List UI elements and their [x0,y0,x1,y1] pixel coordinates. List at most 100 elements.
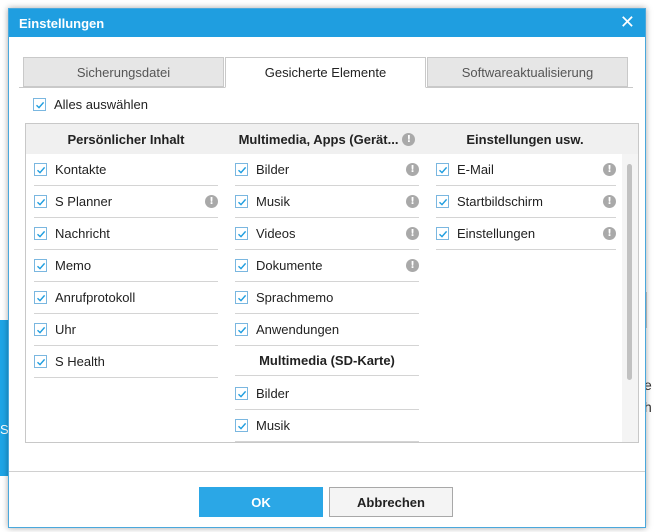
checkbox[interactable] [34,355,47,368]
item-label: Einstellungen [457,226,536,241]
item-label: S Planner [55,194,113,209]
list-item[interactable]: Bilder [235,378,419,410]
checkmark-icon [36,198,45,206]
checkbox[interactable] [436,227,449,240]
checkbox[interactable] [34,291,47,304]
item-label: Anwendungen [256,322,340,337]
checkbox[interactable] [235,387,248,400]
list-item[interactable]: Einstellungen ! [436,218,616,250]
info-icon[interactable]: ! [603,227,616,240]
items-panel: Persönlicher Inhalt Multimedia, Apps (Ge… [25,123,639,443]
scrollbar-thumb[interactable] [627,164,632,380]
dialog-titlebar: Einstellungen ✕ [9,9,645,37]
checkbox[interactable] [34,227,47,240]
tab-softwareaktualisierung[interactable]: Softwareaktualisierung [427,57,628,87]
column-header-personal-label: Persönlicher Inhalt [67,131,185,147]
list-item[interactable]: Anrufprotokoll [34,282,218,314]
checkbox[interactable] [235,323,248,336]
item-label: Anrufprotokoll [55,290,136,305]
checkmark-icon [438,166,447,174]
checkbox[interactable] [34,195,47,208]
checkbox[interactable] [235,227,248,240]
info-icon[interactable]: ! [603,195,616,208]
list-item[interactable]: Sprachmemo [235,282,419,314]
item-label: Dokumente [256,258,323,273]
checkbox[interactable] [235,195,248,208]
item-label: Kontakte [55,162,107,177]
item-label: Nachricht [55,226,110,241]
list-item[interactable]: Dokumente ! [235,250,419,282]
checkbox[interactable] [235,163,248,176]
checkmark-icon [36,326,45,334]
dialog-title: Einstellungen [19,15,105,31]
item-label: S Health [55,354,105,369]
checkmark-icon [237,326,246,334]
checkmark-icon [36,166,45,174]
info-icon[interactable]: ! [406,227,419,240]
checkmark-icon [237,390,246,398]
checkbox[interactable] [34,163,47,176]
subsection-header: Multimedia (SD-Karte) [235,346,419,376]
info-icon[interactable]: ! [406,195,419,208]
checkmark-icon [237,230,246,238]
list-item[interactable]: Musik ! [235,186,419,218]
column-header-settings-label: Einstellungen usw. [466,131,584,147]
list-item[interactable]: Uhr [34,314,218,346]
info-icon[interactable]: ! [406,259,419,272]
tab-bar: Sicherungsdatei Gesicherte Elemente Soft… [23,57,629,88]
checkbox[interactable] [436,163,449,176]
checkbox[interactable] [235,419,248,432]
item-label: Bilder [256,386,290,401]
list-item[interactable]: Anwendungen [235,314,419,346]
checkbox[interactable] [235,259,248,272]
list-item[interactable]: Bilder ! [235,154,419,186]
list-item[interactable]: S Planner ! [34,186,218,218]
info-icon[interactable]: ! [205,195,218,208]
item-label: Startbildschirm [457,194,543,209]
item-label: Bilder [256,162,290,177]
item-label: Uhr [55,322,76,337]
item-label: Memo [55,258,92,273]
list-item[interactable]: Videos ! [235,218,419,250]
select-all-checkbox[interactable] [33,98,46,111]
list-item[interactable]: Nachricht [34,218,218,250]
vertical-scrollbar[interactable] [622,154,638,442]
checkmark-icon [36,262,45,270]
tab-sicherungsdatei[interactable]: Sicherungsdatei [23,57,224,87]
cancel-button[interactable]: Abbrechen [329,487,453,517]
checkbox[interactable] [34,259,47,272]
checkmark-icon [237,422,246,430]
column-header-settings: Einstellungen usw. [428,124,622,154]
checkbox[interactable] [34,323,47,336]
list-item[interactable]: E-Mail ! [436,154,616,186]
column-header-multimedia: Multimedia, Apps (Gerät... ! [226,124,428,154]
item-label: Musik [256,194,290,209]
item-label: Videos [256,226,296,241]
list-item[interactable]: S Health [34,346,218,378]
checkmark-icon [35,101,44,109]
info-icon[interactable]: ! [603,163,616,176]
column-header-personal: Persönlicher Inhalt [26,124,226,154]
list-item[interactable]: Musik [235,410,419,442]
column-header-multimedia-label: Multimedia, Apps (Gerät... [238,131,399,147]
ok-button[interactable]: OK [199,487,323,517]
item-label: Musik [256,418,290,433]
checkmark-icon [438,198,447,206]
settings-dialog: Einstellungen ✕ Sicherungsdatei Gesicher… [8,8,646,528]
info-icon[interactable]: ! [406,163,419,176]
checkmark-icon [36,230,45,238]
checkbox[interactable] [436,195,449,208]
list-item[interactable]: Kontakte [34,154,218,186]
subsection-header-label: Multimedia (SD-Karte) [259,353,395,368]
checkbox[interactable] [235,291,248,304]
list-item[interactable]: Memo [34,250,218,282]
close-icon[interactable]: ✕ [620,14,635,32]
select-all-row[interactable]: Alles auswählen [33,97,148,112]
list-item[interactable]: Startbildschirm ! [436,186,616,218]
checkmark-icon [36,358,45,366]
item-label: E-Mail [457,162,494,177]
info-icon[interactable]: ! [402,132,416,146]
checkmark-icon [237,166,246,174]
tab-gesicherte-elemente[interactable]: Gesicherte Elemente [225,57,426,88]
checkmark-icon [237,262,246,270]
